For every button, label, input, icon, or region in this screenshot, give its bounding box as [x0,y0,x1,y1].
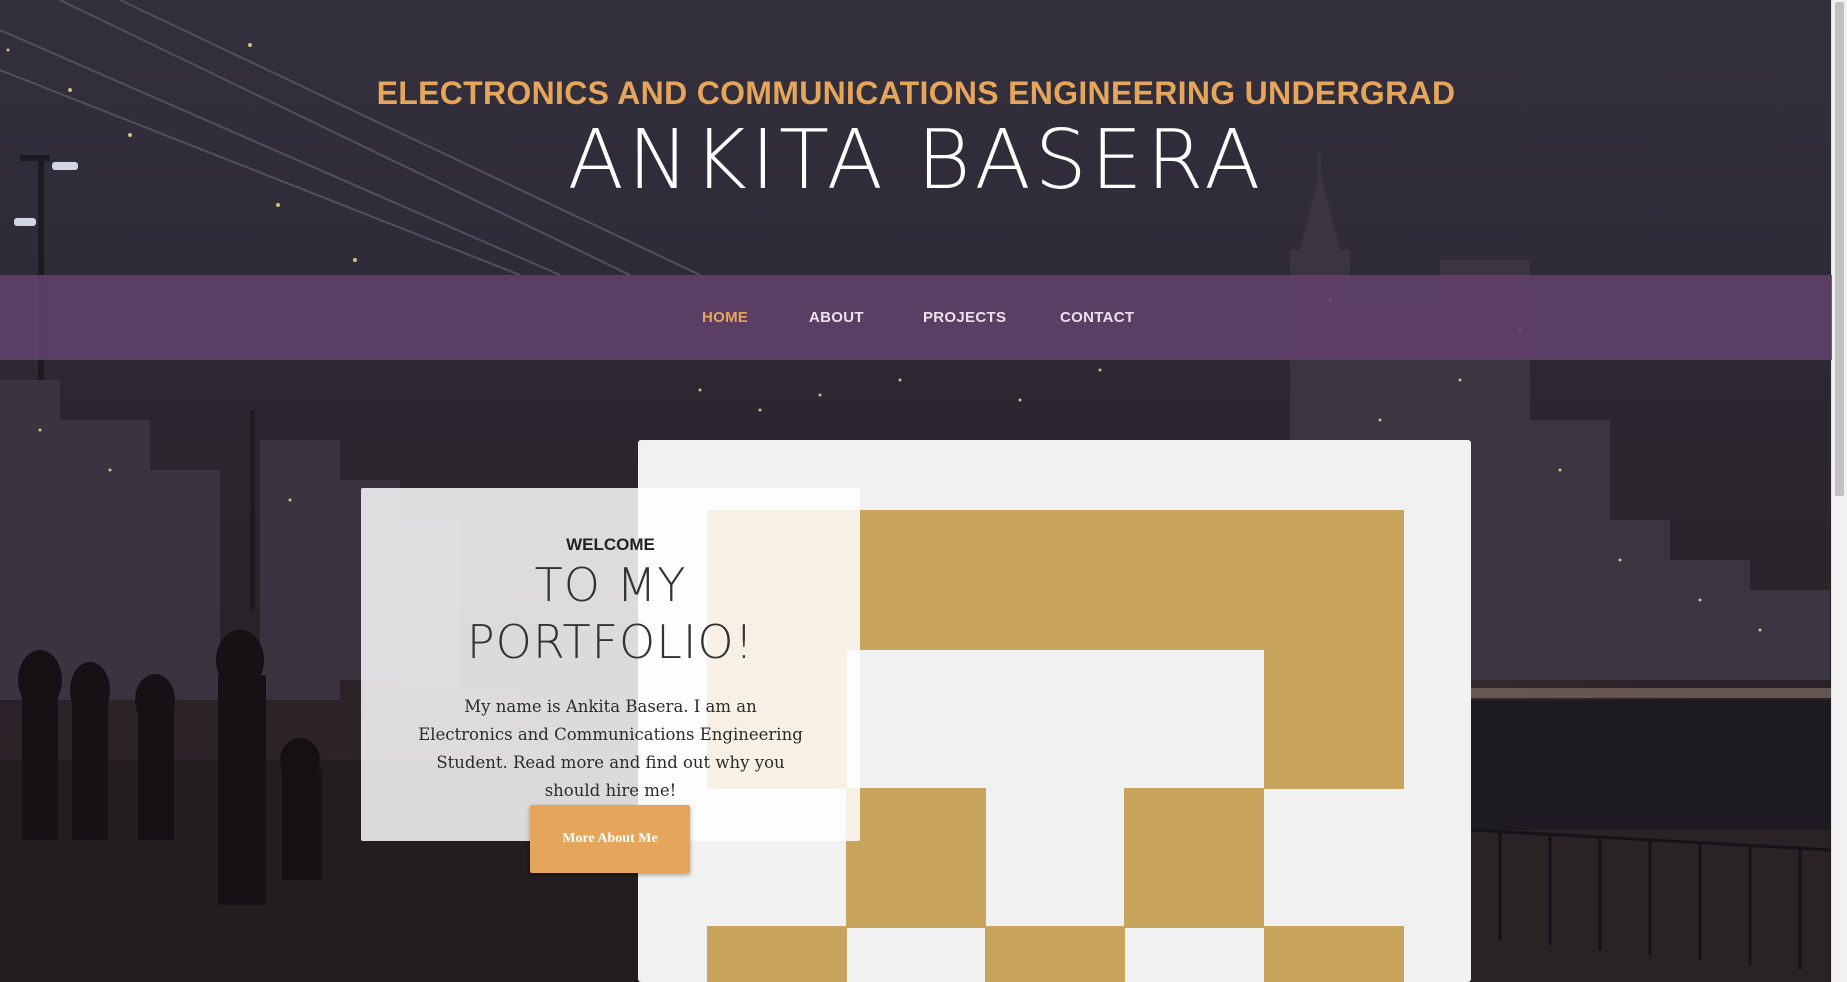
main-navigation: HOME ABOUT PROJECTS CONTACT [0,275,1832,360]
nav-item-contact[interactable]: CONTACT [1060,309,1134,326]
scrollbar[interactable] [1831,0,1847,982]
nav-list: HOME ABOUT PROJECTS CONTACT [0,275,1832,360]
site-owner-name: ANKITA BASERA [567,113,1265,208]
nav-item-projects[interactable]: PROJECTS [923,309,1006,326]
welcome-card: WELCOME TO MY PORTFOLIO! My name is Anki… [361,488,860,841]
scrollbar-thumb[interactable] [1835,2,1844,496]
header-tagline: ELECTRONICS AND COMMUNICATIONS ENGINEERI… [376,75,1456,111]
welcome-title-line-1: TO MY [534,558,687,612]
welcome-label: WELCOME [566,535,655,554]
nav-item-home[interactable]: HOME [702,309,748,326]
welcome-title: TO MY PORTFOLIO! [361,557,860,671]
more-about-me-button[interactable]: More About Me [530,805,690,873]
welcome-title-line-2: PORTFOLIO! [466,615,755,669]
welcome-description: My name is Ankita Basera. I am an Electr… [418,697,803,800]
nav-item-about[interactable]: ABOUT [809,309,864,326]
